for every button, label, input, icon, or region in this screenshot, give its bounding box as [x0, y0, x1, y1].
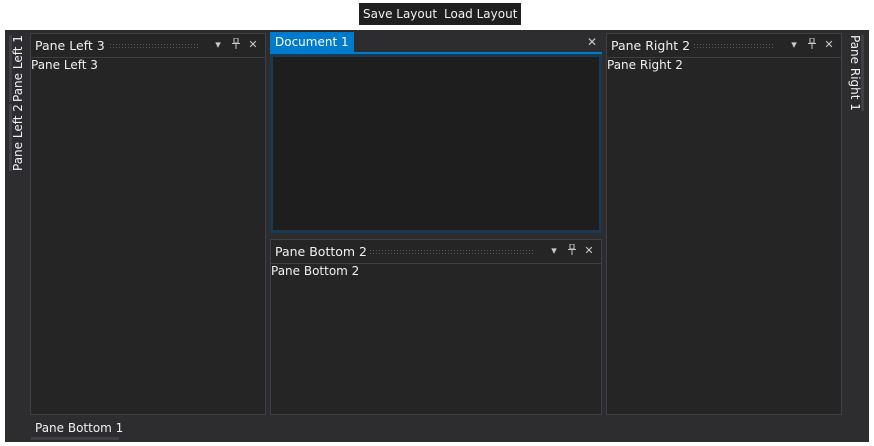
left-tab-label: Pane Left 1 [11, 35, 25, 102]
pane-title: Pane Left 3 [35, 38, 105, 53]
close-icon[interactable]: ✕ [247, 38, 259, 52]
chevron-down-icon[interactable]: ▾ [788, 38, 800, 52]
pin-icon[interactable] [566, 243, 578, 258]
pane-content: Pane Left 3 [31, 58, 98, 72]
drag-grip[interactable] [109, 43, 199, 49]
save-layout-button[interactable]: Save Layout [359, 3, 442, 25]
tab-document-1[interactable]: Document 1 [270, 32, 354, 52]
close-icon[interactable]: ✕ [585, 35, 599, 49]
dock-manager: Pane Left 1 Pane Left 2 Pane Right 1 Pan… [5, 30, 869, 442]
pane-header[interactable]: Pane Bottom 2 ▾ ✕ [271, 240, 601, 264]
pin-icon[interactable] [230, 37, 242, 52]
pane-right-2: Pane Right 2 ▾ ✕ Pane Right 2 [606, 33, 842, 415]
top-toolbar: Save Layout Load Layout [0, 0, 874, 30]
left-tab-label: Pane Left 2 [11, 104, 25, 171]
pane-title: Pane Bottom 2 [275, 244, 367, 259]
pane-header[interactable]: Pane Right 2 ▾ ✕ [607, 34, 841, 58]
left-tab-pane-left-1[interactable]: Pane Left 1 [9, 35, 27, 102]
bottom-tab-indicator [31, 437, 119, 440]
pane-bottom-2: Pane Bottom 2 ▾ ✕ Pane Bottom 2 [270, 239, 602, 415]
pin-icon[interactable] [806, 37, 818, 52]
right-tab-pane-right-1[interactable]: Pane Right 1 [846, 35, 864, 111]
pane-left-3: Pane Left 3 ▾ ✕ Pane Left 3 [30, 33, 266, 415]
document-content[interactable] [270, 54, 602, 233]
right-tab-label: Pane Right 1 [848, 35, 862, 111]
bottom-tab-label: Pane Bottom 1 [35, 421, 124, 435]
pane-content: Pane Right 2 [607, 58, 683, 72]
pane-content: Pane Bottom 2 [271, 264, 360, 278]
chevron-down-icon[interactable]: ▾ [548, 244, 560, 258]
drag-grip[interactable] [693, 43, 775, 49]
chevron-down-icon[interactable]: ▾ [212, 38, 224, 52]
left-tab-pane-left-2[interactable]: Pane Left 2 [9, 104, 27, 171]
load-layout-button[interactable]: Load Layout [440, 3, 522, 25]
pane-header[interactable]: Pane Left 3 ▾ ✕ [31, 34, 265, 58]
pane-title: Pane Right 2 [611, 38, 691, 53]
drag-grip[interactable] [369, 249, 533, 255]
close-icon[interactable]: ✕ [823, 38, 835, 52]
close-icon[interactable]: ✕ [583, 244, 595, 258]
